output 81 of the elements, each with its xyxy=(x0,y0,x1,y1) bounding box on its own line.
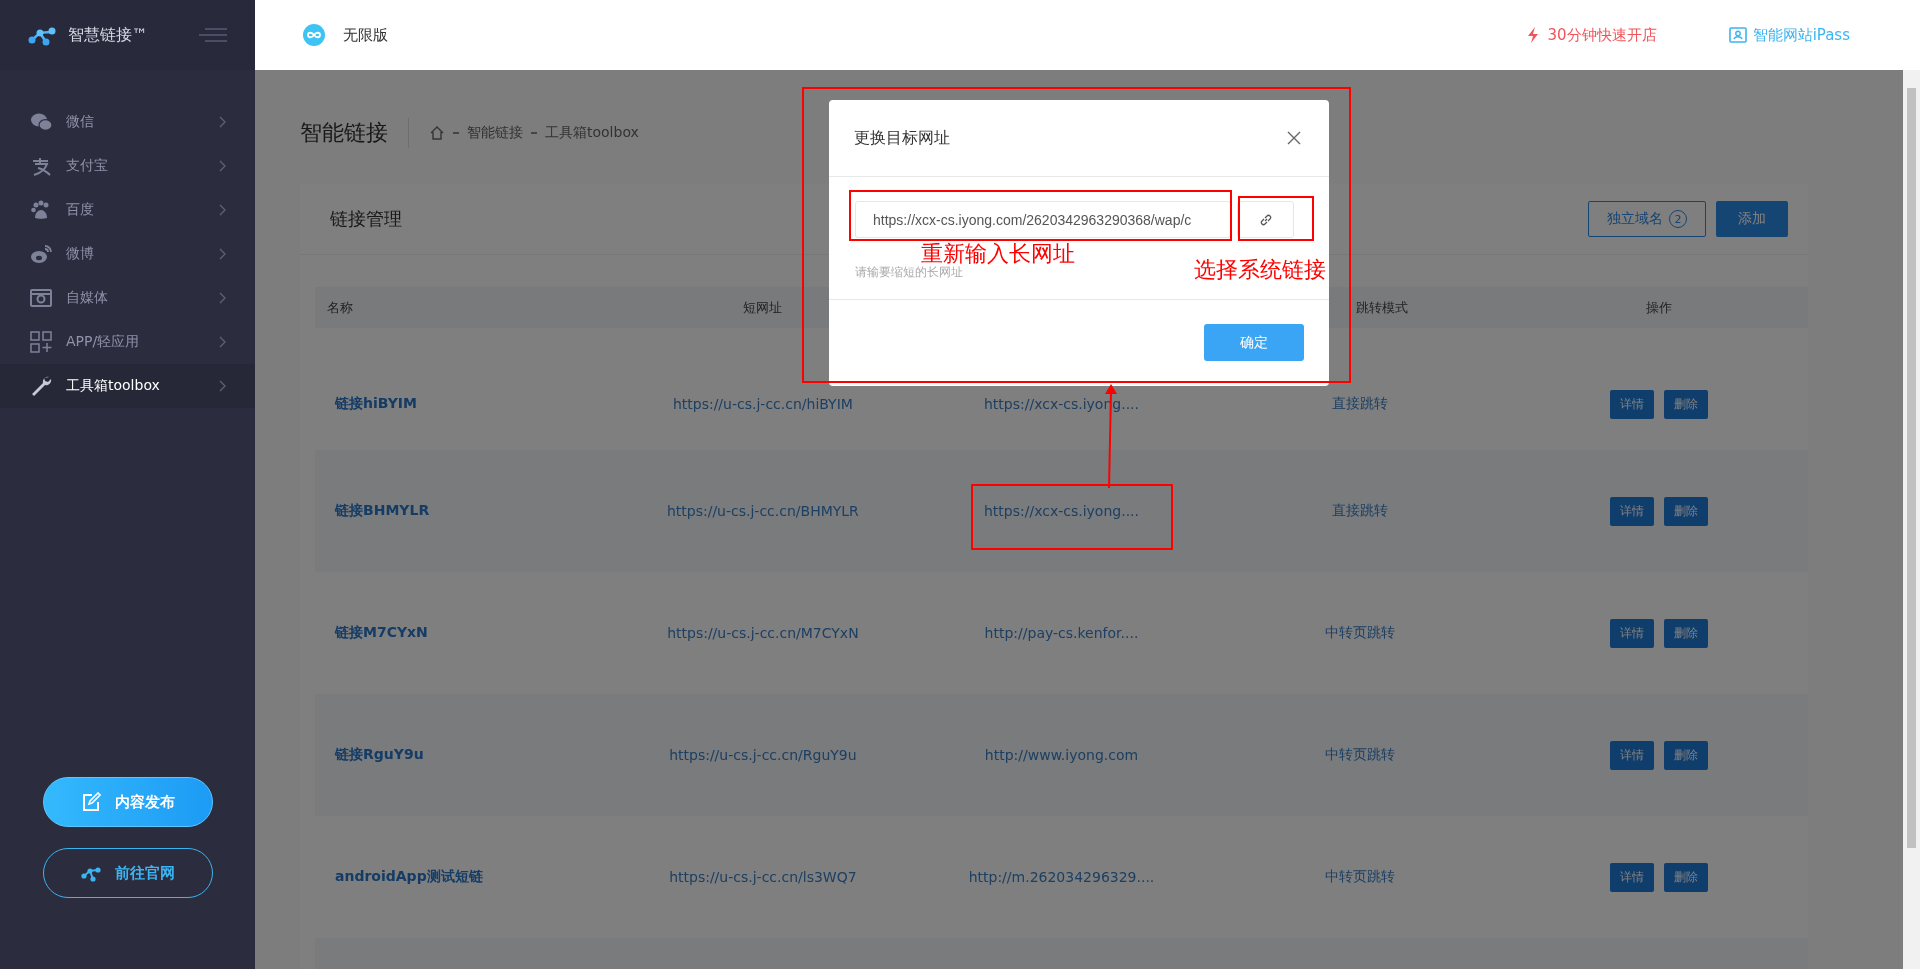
sidebar-item[interactable]: 微博 xyxy=(0,232,255,276)
chevron-right-icon xyxy=(219,160,227,172)
sidebar-item[interactable]: 自媒体 xyxy=(0,276,255,320)
details-button[interactable]: 详情 xyxy=(1609,389,1654,419)
annotation-text: 重新输入长网址 xyxy=(921,243,1075,265)
confirm-button[interactable]: 确定 xyxy=(1204,324,1304,361)
short-url-link[interactable]: https://u-cs.j-cc.cn/hiBYIM xyxy=(672,396,853,412)
dash-icon xyxy=(453,132,459,134)
link-name[interactable]: 链接RguY9u xyxy=(315,746,614,764)
camera-icon xyxy=(30,287,52,309)
weibo-icon xyxy=(30,243,52,265)
id-card-icon xyxy=(1728,26,1747,44)
link-name[interactable]: 链接M7CYxN xyxy=(315,624,614,642)
column-header: 操作 xyxy=(1644,298,1673,317)
link-name[interactable]: androidApp测试短链 xyxy=(315,868,614,886)
sidebar-item[interactable]: 微信 xyxy=(0,100,255,144)
details-button[interactable]: 详情 xyxy=(1609,618,1654,648)
short-url-link[interactable]: https://u-cs.j-cc.cn/M7CYxN xyxy=(667,625,859,641)
delete-button[interactable]: 删除 xyxy=(1663,389,1708,419)
redirect-mode: 中转页跳转 xyxy=(1325,868,1396,884)
long-url-link[interactable]: http://pay-cs.kenfor.... xyxy=(984,625,1139,641)
sidebar-item[interactable]: 工具箱toolbox xyxy=(0,364,255,408)
column-header: 名称 xyxy=(326,298,354,317)
infinity-icon xyxy=(303,24,325,46)
chevron-right-icon xyxy=(219,336,227,348)
annotation-text: 选择系统链接 xyxy=(1194,259,1326,281)
dash-icon xyxy=(531,132,537,134)
scrollbar[interactable] xyxy=(1903,70,1920,969)
breadcrumb-link[interactable]: 智能链接 xyxy=(467,124,523,142)
site-link[interactable]: 智能网站iPass xyxy=(1728,25,1850,45)
delete-button[interactable]: 删除 xyxy=(1663,618,1708,648)
wrench-icon xyxy=(30,375,52,397)
chevron-right-icon xyxy=(219,380,227,392)
redirect-mode: 中转页跳转 xyxy=(1325,746,1396,762)
sidebar-item[interactable]: 百度 xyxy=(0,188,255,232)
menu-icon[interactable] xyxy=(199,28,227,42)
link-icon xyxy=(1258,212,1273,227)
domain-button[interactable]: 独立域名 2 xyxy=(1588,201,1706,237)
redirect-mode: 直接跳转 xyxy=(1332,395,1389,411)
short-url-link[interactable]: https://u-cs.j-cc.cn/ls3WQ7 xyxy=(669,869,857,885)
column-header: 短网址 xyxy=(742,298,784,317)
link-picker-button[interactable] xyxy=(1237,201,1294,238)
details-button[interactable]: 详情 xyxy=(1609,496,1654,526)
column-header: 跳转模式 xyxy=(1355,298,1410,317)
page-title: 智能链接 xyxy=(300,118,409,148)
long-url-link[interactable]: http://m.262034296329.... xyxy=(968,869,1155,885)
chevron-right-icon xyxy=(219,204,227,216)
input-hint: 请输要缩短的长网址 xyxy=(855,264,963,281)
breadcrumb-link[interactable]: 工具箱toolbox xyxy=(545,124,639,142)
delete-button[interactable]: 删除 xyxy=(1663,740,1708,770)
short-url-link[interactable]: https://u-cs.j-cc.cn/RguY9u xyxy=(669,747,857,763)
publish-button[interactable]: 内容发布 xyxy=(42,777,213,827)
details-button[interactable]: 详情 xyxy=(1609,740,1654,770)
chevron-right-icon xyxy=(219,292,227,304)
home-icon[interactable] xyxy=(429,125,445,141)
chevron-right-icon xyxy=(219,248,227,260)
delete-button[interactable]: 删除 xyxy=(1663,862,1708,892)
add-button[interactable]: 添加 xyxy=(1716,201,1788,237)
long-url-link[interactable]: http://www.iyong.com xyxy=(984,747,1139,763)
sidebar-item[interactable]: 支付宝 xyxy=(0,144,255,188)
details-button[interactable]: 详情 xyxy=(1609,862,1654,892)
chat-bubbles-icon xyxy=(30,111,52,133)
quick-start-link[interactable]: 30分钟快速开店 xyxy=(1523,25,1657,45)
brand-name: 智慧链接™ xyxy=(68,24,149,46)
edit-icon xyxy=(80,792,101,812)
link-name[interactable]: 链接hiBYIM xyxy=(315,395,614,413)
scrollbar-thumb[interactable] xyxy=(1907,88,1916,848)
card-title: 链接管理 xyxy=(330,207,402,231)
long-url-link[interactable]: https://xcx-cs.iyong.... xyxy=(984,503,1139,519)
delete-button[interactable]: 删除 xyxy=(1663,496,1708,526)
short-url-link[interactable]: https://u-cs.j-cc.cn/BHMYLR xyxy=(666,503,859,519)
edition-label: 无限版 xyxy=(343,25,389,45)
close-icon[interactable] xyxy=(1287,131,1301,145)
redirect-mode: 中转页跳转 xyxy=(1325,624,1396,640)
sidebar-item[interactable]: APP/轻应用 xyxy=(0,320,255,364)
redirect-mode: 直接跳转 xyxy=(1332,502,1389,518)
dialog-title: 更换目标网址 xyxy=(854,127,951,149)
chevron-right-icon xyxy=(219,116,227,128)
link-name[interactable]: 链接BHMYLR xyxy=(315,502,614,520)
alipay-icon xyxy=(30,155,52,177)
app-grid-icon xyxy=(30,331,52,353)
